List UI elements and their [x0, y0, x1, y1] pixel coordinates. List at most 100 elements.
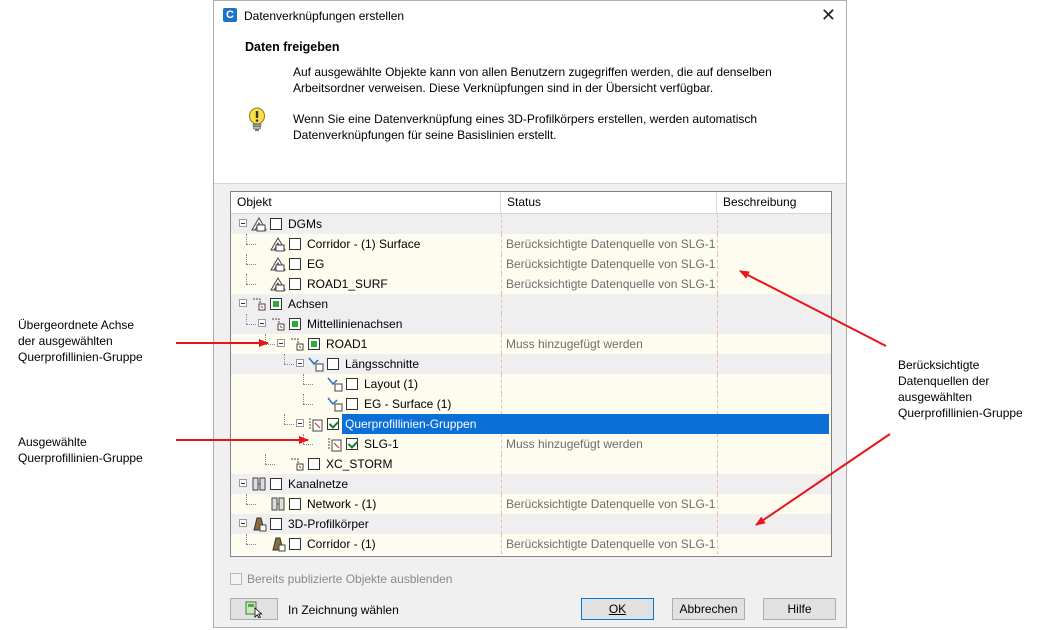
row-checkbox[interactable] [346, 378, 358, 390]
tree-row[interactable]: SLG-1 Muss hinzugefügt werden [231, 434, 831, 454]
collapse-toggle-icon[interactable] [296, 359, 304, 367]
row-checkbox[interactable] [346, 398, 358, 410]
help-button[interactable]: Hilfe [763, 598, 836, 620]
pick-in-drawing-button[interactable] [230, 598, 278, 620]
tree-connector [303, 444, 313, 445]
tree-row[interactable]: XC_STORM [231, 454, 831, 474]
row-status [501, 474, 717, 494]
tree-row[interactable]: Kanalnetze [231, 474, 831, 494]
row-label: Corridor - (1) Surface [307, 237, 421, 251]
row-checkbox[interactable] [289, 278, 301, 290]
row-checkbox[interactable] [308, 338, 320, 350]
row-status [501, 354, 717, 374]
row-description [717, 314, 829, 334]
collapse-toggle-icon[interactable] [239, 219, 247, 227]
row-checkbox[interactable] [346, 438, 358, 450]
profile-group-icon [308, 357, 324, 372]
row-description [717, 354, 829, 374]
surface-icon [270, 237, 286, 252]
row-checkbox[interactable] [289, 258, 301, 270]
row-status: Berücksichtigte Datenquelle von SLG-1 [501, 274, 717, 294]
annotation-parent-alignment: Übergeordnete Achse der ausgewählten Que… [18, 318, 143, 364]
tree-connector [303, 384, 313, 385]
row-description [717, 334, 829, 354]
row-label: EG [307, 257, 325, 271]
tree-row[interactable]: Mittellinienachsen [231, 314, 831, 334]
tree-row[interactable]: Längsschnitte [231, 354, 831, 374]
tree-row[interactable]: DGMs [231, 214, 831, 234]
annotation-considered-sources: Berücksichtigte Datenquellen der ausgewä… [898, 358, 1023, 420]
annotation-selected-group: Ausgewählte Querprofillinien-Gruppe [18, 435, 143, 465]
row-checkbox[interactable] [270, 478, 282, 490]
column-header-object[interactable]: Objekt [231, 192, 501, 213]
ok-button[interactable]: OK [581, 598, 654, 620]
row-label: DGMs [288, 217, 322, 231]
column-header-description[interactable]: Beschreibung [717, 192, 831, 213]
row-status: Berücksichtigte Datenquelle von SLG-1 [501, 234, 717, 254]
pick-in-drawing-label: In Zeichnung wählen [288, 603, 399, 617]
tree-connector [246, 244, 256, 245]
lightbulb-icon [249, 107, 265, 131]
column-header-status[interactable]: Status [501, 192, 717, 213]
row-checkbox[interactable] [289, 498, 301, 510]
pipe-network-icon [252, 477, 266, 491]
row-status: Berücksichtigte Datenquelle von SLG-1 [501, 494, 717, 514]
collapse-toggle-icon[interactable] [239, 299, 247, 307]
close-icon[interactable]: ✕ [821, 5, 836, 25]
row-checkbox[interactable] [327, 358, 339, 370]
collapse-toggle-icon[interactable] [239, 519, 247, 527]
row-status [501, 374, 717, 394]
collapse-toggle-icon[interactable] [239, 479, 247, 487]
row-description [717, 474, 829, 494]
tree-connector [284, 354, 285, 364]
title-bar: C Datenverknüpfungen erstellen ✕ [214, 1, 846, 31]
row-checkbox[interactable] [270, 218, 282, 230]
tree-row[interactable]: EG - Surface (1) [231, 394, 831, 414]
pick-drawing-icon [245, 601, 263, 618]
row-checkbox[interactable] [327, 418, 339, 430]
object-tree[interactable]: Objekt Status Beschreibung DGMs Corridor … [230, 191, 832, 557]
row-status [501, 454, 717, 474]
row-description [717, 274, 829, 294]
tree-connector [284, 414, 285, 424]
tree-row[interactable]: Achsen [231, 294, 831, 314]
row-checkbox[interactable] [289, 238, 301, 250]
tree-row[interactable]: Querprofillinien-Gruppen [231, 414, 831, 434]
tree-row[interactable]: Corridor - (1) Surface Berücksichtigte Da… [231, 234, 831, 254]
tree-connector [303, 374, 304, 384]
row-checkbox[interactable] [289, 538, 301, 550]
tree-connector [265, 464, 275, 465]
row-status: Berücksichtigte Datenquelle von SLG-1 [501, 534, 717, 554]
row-description [717, 214, 829, 234]
tree-connector [246, 274, 247, 284]
row-label: ROAD1 [326, 337, 368, 351]
row-checkbox[interactable] [270, 298, 282, 310]
collapse-toggle-icon[interactable] [277, 339, 285, 347]
row-checkbox[interactable] [308, 458, 320, 470]
collapse-toggle-icon[interactable] [258, 319, 266, 327]
row-status [501, 394, 717, 414]
surface-icon [270, 277, 286, 292]
tree-row[interactable]: Corridor - (1) Berücksichtigte Datenquell… [231, 534, 831, 554]
tree-row[interactable]: ROAD1 Muss hinzugefügt werden [231, 334, 831, 354]
row-checkbox[interactable] [289, 318, 301, 330]
tree-row[interactable]: Layout (1) [231, 374, 831, 394]
row-label: Querprofillinien-Gruppen [345, 417, 477, 431]
row-checkbox[interactable] [270, 518, 282, 530]
profile-icon [327, 377, 343, 392]
row-status [501, 294, 717, 314]
tree-row[interactable]: EG Berücksichtigte Datenquelle von SLG-1 [231, 254, 831, 274]
corridor-icon [253, 517, 267, 532]
tree-row[interactable]: Network - (1) Berücksichtigte Datenquelle… [231, 494, 831, 514]
tree-row[interactable]: 3D-Profilkörper [231, 514, 831, 534]
collapse-toggle-icon[interactable] [296, 419, 304, 427]
tree-connector [246, 544, 256, 545]
row-label: XC_STORM [326, 457, 393, 471]
cancel-button[interactable]: Abbrechen [672, 598, 745, 620]
row-description [717, 394, 829, 414]
row-label: EG - Surface (1) [364, 397, 452, 411]
tree-connector [303, 394, 304, 404]
hide-published-checkbox[interactable] [230, 573, 242, 585]
row-status [501, 214, 717, 234]
tree-row[interactable]: ROAD1_SURF Berücksichtigte Datenquelle vo… [231, 274, 831, 294]
